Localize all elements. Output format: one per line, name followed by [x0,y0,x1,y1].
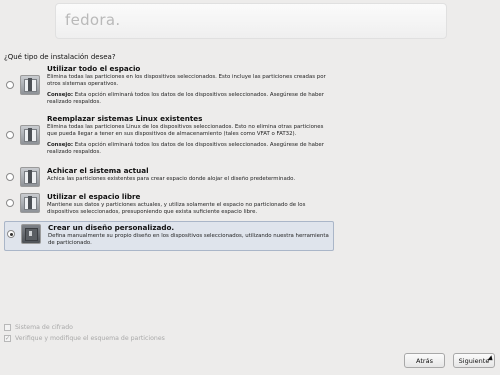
option-description: Achica las particiones existentes para c… [47,176,296,182]
tip-label: Consejo: [47,142,74,148]
radio-custom-layout[interactable] [7,230,15,238]
option-replace-linux[interactable]: Reemplazar sistemas Linux existentes Eli… [4,114,334,156]
encrypt-system-checkbox-row[interactable]: Sistema de cifrado [4,324,73,331]
disk-free-space-icon [20,193,40,213]
option-title: Reemplazar sistemas Linux existentes [47,114,203,123]
back-button[interactable]: Atrás [404,353,445,368]
radio-use-free-space[interactable] [6,199,14,207]
option-description: Defina manualmente su propio diseño en l… [48,233,329,246]
radio-use-all-space[interactable] [6,81,14,89]
radio-replace-linux[interactable] [6,131,14,139]
encrypt-system-checkbox[interactable] [4,324,11,331]
tip-text: Esta opción eliminará todos los datos de… [47,92,324,105]
fedora-logo: fedora. [65,11,121,29]
option-description: Mantiene sus datos y particiones actuale… [47,202,306,215]
option-use-free-space[interactable]: Utilizar el espacio libre Mantiene sus d… [4,192,334,216]
radio-shrink-system[interactable] [6,173,14,181]
option-use-all-space[interactable]: Utilizar todo el espacio Elimina todas l… [4,64,334,106]
option-tip: Consejo: Esta opción eliminará todos los… [47,92,334,106]
review-layout-checkbox-row[interactable]: ✓ Verifique y modifique el esquema de pa… [4,335,165,342]
encrypt-system-label: Sistema de cifrado [15,324,73,331]
review-layout-checkbox[interactable]: ✓ [4,335,11,342]
disk-full-icon [20,75,40,95]
option-title: Utilizar el espacio libre [47,192,141,201]
option-title: Utilizar todo el espacio [47,64,141,73]
disk-shrink-icon [20,167,40,187]
tip-text: Esta opción eliminará todos los datos de… [47,142,324,155]
option-title: Achicar el sistema actual [47,166,149,175]
option-description: Elimina todas las particiones en los dis… [47,74,326,87]
page-question: ¿Qué tipo de instalación desea? [4,53,116,61]
review-layout-label: Verifique y modifique el esquema de part… [15,335,165,342]
option-tip: Consejo: Esta opción eliminará todos los… [47,142,334,156]
option-description: Elimina todas las particiones Linux de l… [47,124,324,137]
option-custom-layout[interactable]: Crear un diseño personalizado. Defina ma… [4,221,334,251]
option-title: Crear un diseño personalizado. [48,223,175,232]
option-shrink-system[interactable]: Achicar el sistema actual Achica las par… [4,166,334,187]
fedora-banner: fedora. [55,3,447,39]
tip-label: Consejo: [47,92,74,98]
custom-layout-icon [21,224,41,244]
disk-replace-icon [20,125,40,145]
